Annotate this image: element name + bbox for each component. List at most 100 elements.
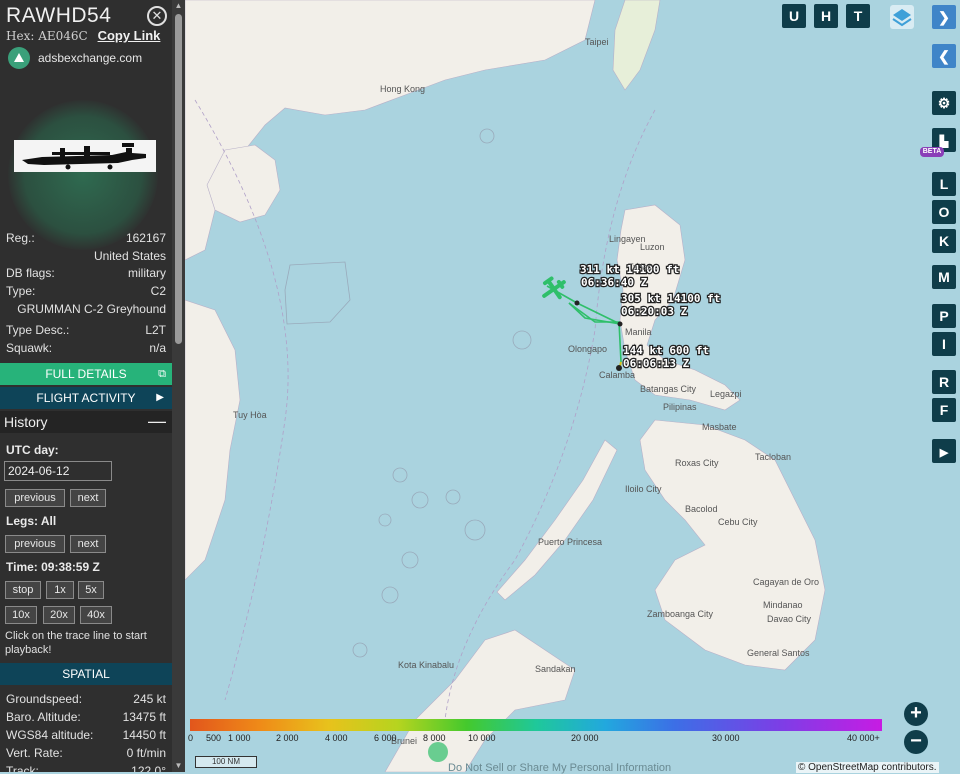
palawan-island xyxy=(496,439,618,601)
leg-previous-button[interactable]: previous xyxy=(5,535,65,553)
trace-point-marker[interactable] xyxy=(617,321,623,327)
expand-right-button[interactable]: ❯ xyxy=(932,5,956,29)
toggle-h-button[interactable]: H xyxy=(814,4,838,28)
sidebar-scrollbar[interactable]: ▲ ▼ xyxy=(172,0,185,772)
flight-activity-button[interactable]: FLIGHT ACTIVITY ▶ xyxy=(0,387,172,409)
place-label: General Santos xyxy=(747,648,810,658)
minus-icon: − xyxy=(910,730,922,752)
speed-1x-button[interactable]: 1x xyxy=(46,581,74,599)
date-input[interactable]: 2024-06-12 xyxy=(4,461,112,481)
flight-label-time: 06:36:40 Z xyxy=(581,276,648,289)
toggle-t-button[interactable]: T xyxy=(846,4,870,28)
reef-circle xyxy=(381,586,399,604)
place-label: Tarlac xyxy=(628,262,653,272)
place-label: Lingayen xyxy=(609,234,646,244)
close-icon[interactable]: ✕ xyxy=(147,6,167,26)
aircraft-info-panel: RAWHD54 ✕ Hex: AE046C Copy Link adsbexch… xyxy=(0,0,172,772)
speed-5x-button[interactable]: 5x xyxy=(78,581,104,599)
speed-20x-button[interactable]: 20x xyxy=(43,606,75,624)
aircraft-icon[interactable] xyxy=(538,274,569,304)
legs-label: Legs: All xyxy=(6,514,57,528)
reef-circle xyxy=(464,519,486,541)
chevron-left-icon: ❮ xyxy=(938,48,950,64)
adsbexchange-link[interactable]: adsbexchange.com xyxy=(8,47,142,69)
toggle-f-button[interactable]: F xyxy=(932,398,956,422)
groundspeed-row: Groundspeed: 245 kt xyxy=(6,692,166,706)
legend-label: 8 000 xyxy=(423,733,446,743)
layers-icon xyxy=(892,9,912,27)
place-label: Tuy Hòa xyxy=(233,410,267,420)
chevron-right-icon: ❯ xyxy=(938,9,950,25)
chevron-right-icon: ▶ xyxy=(156,392,164,403)
place-label: Hong Kong xyxy=(380,84,425,94)
layers-button[interactable] xyxy=(890,5,914,29)
wgs84-altitude-value: 14450 ft xyxy=(122,728,166,742)
full-details-button[interactable]: FULL DETAILS ⧉ xyxy=(0,363,172,385)
zoom-out-button[interactable]: − xyxy=(904,730,928,754)
type-row: Type: C2 xyxy=(6,284,166,298)
place-label: Bacolod xyxy=(685,504,718,514)
map-canvas[interactable]: 311 kt 14100 ft 06:36:40 Z 305 kt 14100 … xyxy=(185,0,960,772)
toggle-i-button[interactable]: I xyxy=(932,332,956,356)
speed-40x-button[interactable]: 40x xyxy=(80,606,112,624)
legend-label: 4 000 xyxy=(325,733,348,743)
leg-next-button[interactable]: next xyxy=(70,535,106,553)
adsbx-watermark-icon xyxy=(428,742,448,762)
day-next-button[interactable]: next xyxy=(70,489,106,507)
toggle-p-button[interactable]: P xyxy=(932,304,956,328)
place-label: Pilipinas xyxy=(663,402,697,412)
toggle-l-button[interactable]: L xyxy=(932,172,956,196)
playback-hint: Click on the trace line to start playbac… xyxy=(5,630,147,656)
registration-value: 162167 xyxy=(125,231,166,245)
history-title: History xyxy=(4,414,48,430)
history-header[interactable]: History — xyxy=(0,411,172,433)
shoal-outline xyxy=(284,261,351,325)
toggle-k-button[interactable]: K xyxy=(932,229,956,253)
settings-button[interactable]: ⚙ xyxy=(932,91,956,115)
squawk-value: n/a xyxy=(149,341,166,355)
registration-label: Reg.: xyxy=(6,231,35,245)
place-label: Iloilo City xyxy=(625,484,662,494)
flight-label-time: 06:06:13 Z xyxy=(623,357,690,370)
vert-rate-value: 0 ft/min xyxy=(126,746,166,760)
speed-stop-button[interactable]: stop xyxy=(5,581,41,599)
toggle-r-button[interactable]: R xyxy=(932,370,956,394)
zoom-in-button[interactable]: + xyxy=(904,702,928,726)
osm-attribution[interactable]: © OpenStreetMap contributors. xyxy=(796,762,939,773)
squawk-label: Squawk: xyxy=(6,341,53,355)
map-view[interactable]: 311 kt 14100 ft 06:36:40 Z 305 kt 14100 … xyxy=(185,0,960,772)
toggle-u-button[interactable]: U xyxy=(782,4,806,28)
toggle-o-button[interactable]: O xyxy=(932,200,956,224)
wgs84-altitude-row: WGS84 altitude: 14450 ft xyxy=(6,728,166,742)
scroll-down-icon[interactable]: ▼ xyxy=(172,760,185,772)
hex-row: Hex: AE046C Copy Link xyxy=(6,28,160,43)
legend-label: 500 xyxy=(206,733,222,743)
hex-label: Hex: xyxy=(6,29,35,43)
toggle-m-button[interactable]: M xyxy=(932,265,956,289)
privacy-link[interactable]: Do Not Sell or Share My Personal Informa… xyxy=(448,762,671,774)
collapse-left-button[interactable]: ❮ xyxy=(932,44,956,68)
replay-button[interactable]: ▶ xyxy=(932,439,956,463)
day-previous-button[interactable]: previous xyxy=(5,489,65,507)
type-desc-row: Type Desc.: L2T xyxy=(6,323,166,337)
trace-point-marker[interactable] xyxy=(574,300,580,306)
spatial-header[interactable]: SPATIAL xyxy=(0,663,172,685)
site-name: adsbexchange.com xyxy=(38,51,143,65)
squawk-row: Squawk: n/a xyxy=(6,341,166,355)
collapse-icon[interactable]: — xyxy=(148,411,166,432)
vert-rate-row: Vert. Rate: 0 ft/min xyxy=(6,746,166,760)
vert-rate-label: Vert. Rate: xyxy=(6,746,63,760)
registration-row: Reg.: 162167 xyxy=(6,231,166,245)
speed-10x-button[interactable]: 10x xyxy=(5,606,37,624)
copy-link-button[interactable]: Copy Link xyxy=(98,28,161,43)
glow-background xyxy=(8,100,158,250)
place-label: Legazpi xyxy=(710,389,742,399)
legend-label: 2 000 xyxy=(276,733,299,743)
external-link-icon: ⧉ xyxy=(158,368,166,380)
aircraft-silhouette-icon xyxy=(14,140,156,172)
scroll-thumb[interactable] xyxy=(175,14,182,344)
time-label: Time: 09:38:59 Z xyxy=(6,560,100,574)
hex-code: AE046C xyxy=(38,29,88,43)
scroll-up-icon[interactable]: ▲ xyxy=(172,0,185,12)
gear-icon: ⚙ xyxy=(937,95,951,111)
